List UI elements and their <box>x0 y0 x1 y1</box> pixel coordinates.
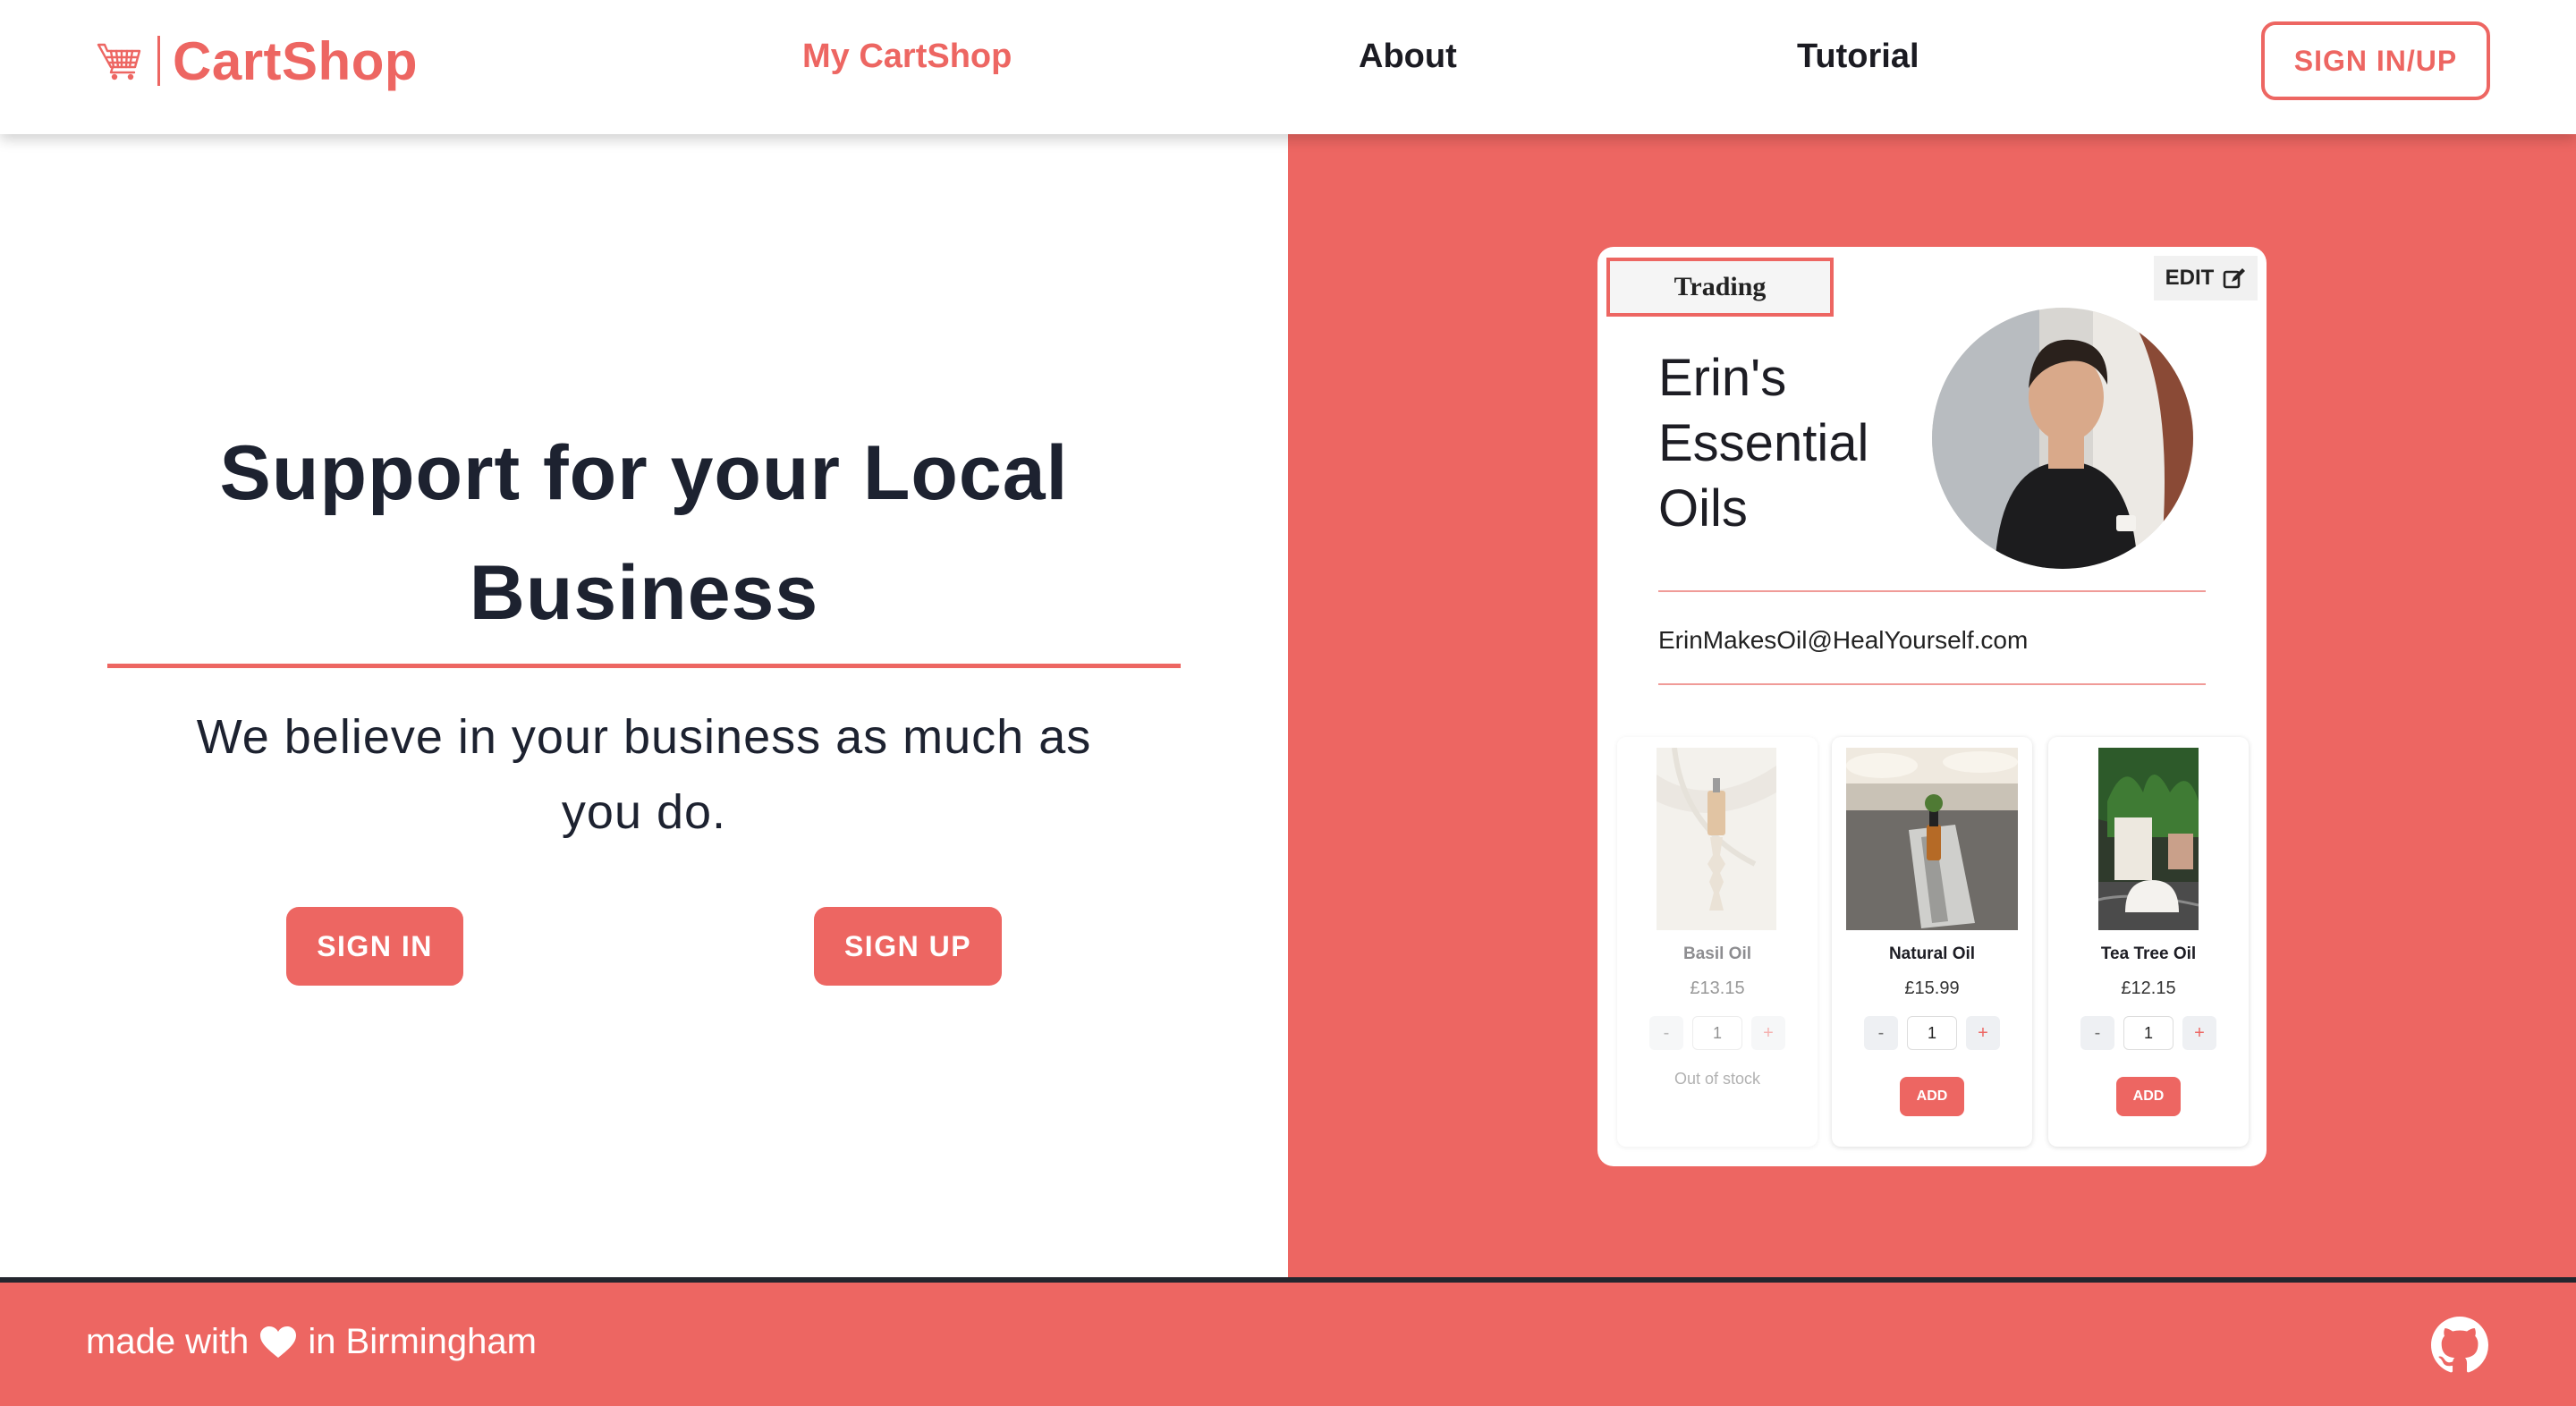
shop-email[interactable]: ErinMakesOil@HealYourself.com <box>1658 626 2028 655</box>
decrease-quantity-button[interactable]: - <box>2080 1016 2114 1050</box>
increase-quantity-button[interactable]: + <box>1966 1016 2000 1050</box>
github-icon[interactable] <box>2431 1317 2488 1374</box>
edit-icon <box>2224 268 2246 289</box>
sign-up-button[interactable]: SIGN UP <box>814 907 1002 986</box>
quantity-stepper: - + <box>1832 1016 2032 1050</box>
product-price: £15.99 <box>1904 978 1960 998</box>
product-price: £13.15 <box>1690 978 1745 998</box>
hero-title: Support for your Local Business <box>219 430 1069 636</box>
add-to-cart-button[interactable]: ADD <box>2116 1077 2181 1116</box>
product-card-tea-tree-oil: Tea Tree Oil £12.15 - + ADD <box>2048 737 2249 1147</box>
shopping-cart-icon <box>97 43 141 80</box>
hero-divider <box>107 664 1181 668</box>
product-card-natural-oil: Natural Oil £15.99 - + ADD <box>1832 737 2032 1147</box>
shop-card: Trading EDIT Erin's Essential Oils ErinM… <box>1597 247 2267 1166</box>
sign-in-button[interactable]: SIGN IN <box>286 907 463 986</box>
product-card-basil-oil: Basil Oil £13.15 - + Out of stock <box>1617 737 1818 1147</box>
trading-status-badge: Trading <box>1606 258 1834 317</box>
increase-quantity-button[interactable]: + <box>1751 1016 1785 1050</box>
add-to-cart-button[interactable]: ADD <box>1900 1077 1964 1116</box>
sign-in-up-button[interactable]: SIGN IN/UP <box>2261 21 2490 100</box>
product-name: Basil Oil <box>1682 944 1752 963</box>
logo-divider <box>157 36 160 86</box>
increase-quantity-button[interactable]: + <box>2182 1016 2216 1050</box>
top-navbar: CartShop My CartShop About Tutorial SIGN… <box>0 0 2576 134</box>
product-name: Natural Oil <box>1888 944 1976 963</box>
decrease-quantity-button[interactable]: - <box>1864 1016 1898 1050</box>
product-name: Tea Tree Oil <box>2100 944 2197 963</box>
shop-preview-panel: Trading EDIT Erin's Essential Oils ErinM… <box>1288 134 2576 1279</box>
shop-name: Erin's Essential Oils <box>1658 349 1869 538</box>
brand-logo[interactable]: CartShop <box>97 30 418 91</box>
card-divider-bottom <box>1658 683 2206 685</box>
nav-tutorial[interactable]: Tutorial <box>1797 38 1919 76</box>
shop-owner-avatar <box>1932 308 2193 569</box>
footer-location: in Birmingham <box>308 1322 537 1361</box>
quantity-stepper: - + <box>1617 1016 1818 1050</box>
heart-icon <box>260 1326 297 1358</box>
product-image-natural-oil <box>1846 748 2018 930</box>
edit-label: EDIT <box>2165 266 2215 290</box>
quantity-input[interactable] <box>2123 1016 2174 1050</box>
footer: made with in Birmingham <box>0 1283 2576 1406</box>
footer-credit: made with in Birmingham <box>86 1322 537 1362</box>
brand-name: CartShop <box>173 30 418 91</box>
decrease-quantity-button[interactable]: - <box>1649 1016 1683 1050</box>
product-image-basil-oil <box>1657 748 1776 930</box>
hero-subtitle: We believe in your business as much as y… <box>196 710 1092 839</box>
card-divider-top <box>1658 590 2206 592</box>
quantity-input[interactable] <box>1692 1016 1742 1050</box>
nav-about[interactable]: About <box>1359 38 1457 76</box>
product-price: £12.15 <box>2121 978 2176 998</box>
product-image-tea-tree-oil <box>2098 748 2199 930</box>
out-of-stock-label: Out of stock <box>1674 1070 1761 1088</box>
quantity-stepper: - + <box>2048 1016 2249 1050</box>
quantity-input[interactable] <box>1907 1016 1957 1050</box>
footer-made-with: made with <box>86 1322 250 1361</box>
nav-my-cartshop[interactable]: My CartShop <box>802 38 1012 76</box>
edit-button[interactable]: EDIT <box>2154 256 2258 301</box>
